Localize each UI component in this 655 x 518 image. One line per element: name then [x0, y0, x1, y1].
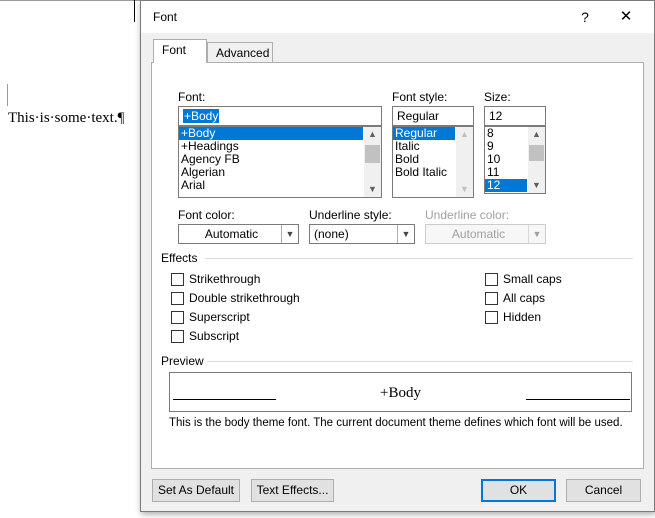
title-bar: Font ? ✕	[141, 1, 654, 33]
size-list-scrollbar[interactable]: ▲ ▼	[528, 127, 545, 193]
subscript-label: Subscript	[189, 329, 240, 343]
tab-advanced[interactable]: Advanced	[207, 42, 273, 64]
scroll-thumb[interactable]	[529, 145, 544, 161]
hidden-label: Hidden	[503, 310, 542, 324]
font-list-scrollbar[interactable]: ▲ ▼	[364, 127, 381, 197]
scroll-down-icon[interactable]: ▼	[528, 178, 545, 193]
page-edge	[0, 0, 140, 1]
underline-color-value: Automatic	[451, 227, 506, 241]
page-margin-mark	[134, 0, 135, 22]
underline-color-label: Underline color:	[425, 208, 510, 222]
preview-baseline-right	[526, 399, 630, 400]
scroll-down-icon[interactable]: ▼	[456, 182, 473, 197]
help-button[interactable]: ?	[573, 7, 597, 27]
font-style-input[interactable]: Regular	[392, 106, 474, 126]
scroll-up-icon[interactable]: ▲	[528, 127, 545, 142]
font-list[interactable]: +Body +Headings Agency FB Algerian Arial…	[178, 126, 382, 198]
effects-divider	[205, 258, 633, 259]
set-as-default-button[interactable]: Set As Default	[152, 479, 240, 502]
chevron-down-icon: ▼	[528, 225, 545, 243]
text-margin-mark	[7, 84, 8, 106]
list-item[interactable]: Arial	[179, 179, 381, 192]
font-name-value: +Body	[183, 109, 220, 123]
preview-box: +Body	[169, 372, 632, 412]
list-item[interactable]: Algerian	[179, 166, 381, 179]
font-style-list[interactable]: Regular Italic Bold Bold Italic ▲ ▼	[392, 126, 474, 198]
font-style-scrollbar[interactable]: ▲ ▼	[456, 127, 473, 197]
size-list[interactable]: 8 9 10 11 12 ▲ ▼	[484, 126, 546, 194]
checkbox-box[interactable]	[171, 330, 184, 343]
chevron-down-icon[interactable]: ▼	[281, 225, 298, 243]
preview-divider	[207, 361, 633, 362]
list-item[interactable]: 12	[485, 179, 527, 192]
close-button[interactable]: ✕	[611, 5, 641, 29]
tab-font-label: Font	[162, 43, 187, 57]
scroll-down-icon[interactable]: ▼	[364, 182, 381, 197]
chevron-down-icon[interactable]: ▼	[397, 225, 414, 243]
dialog-title: Font	[153, 10, 178, 24]
preview-label: Preview	[161, 354, 204, 368]
scroll-thumb[interactable]	[365, 145, 380, 163]
font-style-label: Font style:	[392, 90, 448, 104]
underline-style-dropdown[interactable]: (none) ▼	[309, 224, 415, 244]
checkbox-box[interactable]	[485, 311, 498, 324]
size-label: Size:	[484, 90, 511, 104]
effects-label: Effects	[161, 251, 198, 265]
scroll-up-icon[interactable]: ▲	[364, 127, 381, 142]
checkbox-box[interactable]	[485, 273, 498, 286]
font-label: Font:	[178, 90, 206, 104]
font-color-dropdown[interactable]: Automatic ▼	[178, 224, 299, 244]
small-caps-label: Small caps	[503, 272, 562, 286]
strikethrough-label: Strikethrough	[189, 272, 261, 286]
superscript-label: Superscript	[189, 310, 250, 324]
underline-style-value: (none)	[314, 227, 349, 241]
checkbox-box[interactable]	[171, 273, 184, 286]
checkbox-box[interactable]	[171, 311, 184, 324]
tab-font[interactable]: Font	[153, 39, 207, 63]
font-name-input[interactable]: +Body	[178, 106, 382, 126]
size-input[interactable]: 12	[484, 106, 546, 126]
underline-style-label: Underline style:	[309, 208, 392, 222]
checkbox-box[interactable]	[485, 292, 498, 305]
cancel-button[interactable]: Cancel	[566, 479, 641, 502]
double-strikethrough-label: Double strikethrough	[189, 291, 300, 305]
tab-advanced-label: Advanced	[216, 46, 270, 60]
all-caps-label: All caps	[503, 291, 546, 305]
font-dialog: Font ? ✕ Advanced Font Font: +Body +Body…	[140, 0, 655, 512]
underline-color-dropdown: Automatic ▼	[425, 224, 546, 244]
ok-button[interactable]: OK	[481, 479, 556, 502]
preview-description: This is the body theme font. The current…	[169, 417, 623, 429]
scroll-up-icon[interactable]: ▲	[456, 127, 473, 142]
font-color-value: Automatic	[204, 227, 259, 241]
checkbox-box[interactable]	[171, 292, 184, 305]
document-text[interactable]: This·is·some·text.¶	[8, 110, 124, 127]
font-color-label: Font color:	[178, 208, 235, 222]
text-effects-button[interactable]: Text Effects...	[251, 479, 334, 502]
